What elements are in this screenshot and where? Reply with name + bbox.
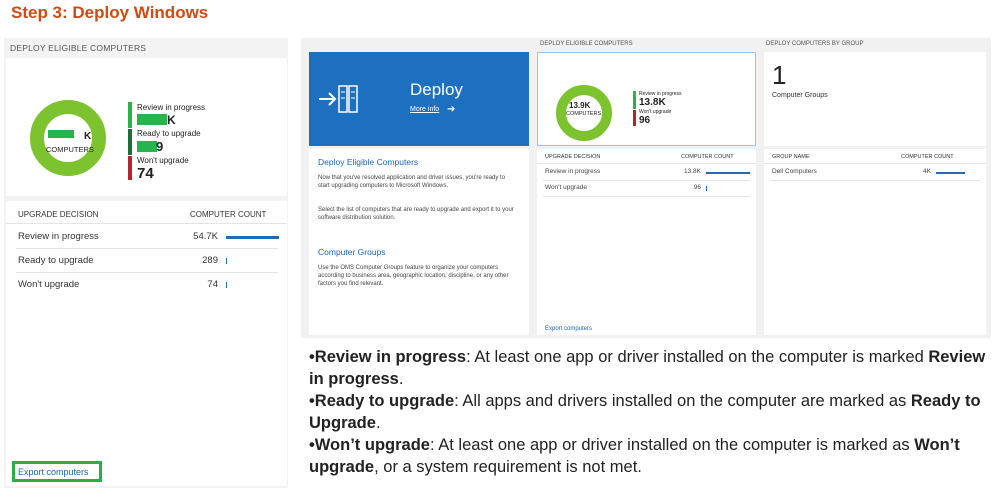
- deploy-tile-title: Deploy: [410, 80, 463, 99]
- mid-legend-value-review: 13.8K: [639, 97, 666, 108]
- group-panel-header: DEPLOY COMPUTERS BY GROUP: [766, 41, 864, 47]
- row-value: 4K: [923, 168, 931, 175]
- divider: [770, 180, 980, 181]
- upgrade-decision-table: UPGRADE DECISION COMPUTER COUNT Review i…: [6, 201, 287, 486]
- deploy-paragraph-1: Now that you've resolved application and…: [318, 175, 506, 189]
- mid-panel-header: DEPLOY ELIGIBLE COMPUTERS: [540, 41, 633, 47]
- definition-end: .: [398, 370, 404, 388]
- divider: [543, 196, 750, 197]
- legend-label-ready: Ready to upgrade: [137, 129, 201, 138]
- deploy-icon: [319, 85, 358, 113]
- table-row[interactable]: Won't upgrade 96: [537, 181, 756, 195]
- deploy-paragraph-3: Use the OMS Computer Groups feature to o…: [318, 265, 509, 287]
- redaction-mark: [137, 141, 157, 152]
- definition-term: Review in progress: [314, 348, 467, 366]
- definition-text: : At least one app or driver installed o…: [429, 436, 915, 454]
- definition-text: : At least one app or driver installed o…: [466, 348, 929, 366]
- mid-legend-value-wont: 96: [639, 115, 651, 126]
- count-bar: [226, 282, 227, 288]
- group-count-label: Computer Groups: [772, 92, 828, 99]
- row-value: 289: [202, 255, 218, 266]
- definition-end: .: [375, 414, 381, 432]
- group-col-header-count: COMPUTER COUNT: [901, 154, 954, 160]
- table-row[interactable]: Review in progress 54.7K: [6, 225, 287, 247]
- row-value: 13.8K: [684, 168, 701, 175]
- count-bar: [706, 186, 707, 191]
- left-panel-header: DEPLOY ELIGIBLE COMPUTERS: [10, 43, 147, 53]
- count-bar: [226, 258, 227, 264]
- redaction-mark: [48, 130, 74, 138]
- row-label: Review in progress: [18, 231, 99, 242]
- divider: [6, 223, 287, 224]
- legend-value-review: K: [167, 113, 176, 127]
- row-label: Ready to upgrade: [18, 255, 94, 266]
- count-bar: [936, 172, 965, 174]
- legend-value-ready: 9: [156, 139, 164, 154]
- deploy-eligible-heading: Deploy Eligible Computers: [318, 157, 419, 167]
- table-row[interactable]: Won't upgrade 74: [6, 273, 287, 295]
- computer-groups-heading: Computer Groups: [318, 247, 386, 257]
- deploy-paragraph-2: Select the list of computers that are re…: [318, 207, 514, 221]
- col-header-count: COMPUTER COUNT: [190, 210, 267, 219]
- mid-donut-center-value: 13.9K: [569, 101, 591, 110]
- donut-center-value: K: [84, 131, 92, 142]
- mid-donut-center-label: COMPUTERS: [566, 111, 602, 117]
- row-value: 74: [207, 279, 218, 290]
- arrow-circle-icon: ➔: [447, 104, 456, 115]
- table-row[interactable]: Ready to upgrade 289: [6, 249, 287, 271]
- summary-card[interactable]: K COMPUTERS Review in progress K Ready t…: [6, 58, 287, 196]
- table-row[interactable]: Review in progress 13.8K: [537, 165, 756, 179]
- row-label: Won't upgrade: [18, 279, 80, 290]
- group-count: 1: [772, 60, 787, 90]
- decision-definitions: •Review in progress: At least one app or…: [309, 346, 989, 478]
- legend-bar-review: [128, 102, 132, 128]
- table-row[interactable]: Dell Computers 4K: [764, 165, 986, 179]
- legend-label-review: Review in progress: [137, 103, 206, 112]
- col-header-decision: UPGRADE DECISION: [18, 210, 99, 219]
- definition-review: •Review in progress: At least one app or…: [309, 346, 989, 390]
- donut-center-label: COMPUTERS: [46, 145, 94, 154]
- definition-term: Won’t upgrade: [314, 436, 430, 454]
- mid-col-header-count: COMPUTER COUNT: [681, 154, 734, 160]
- definition-term: Ready to upgrade: [314, 392, 455, 410]
- count-bar: [706, 172, 750, 174]
- legend-value-wont: 74: [137, 165, 154, 182]
- legend-bar-ready: [128, 129, 132, 155]
- mid-export-computers-link[interactable]: Export computers: [545, 326, 592, 332]
- export-computers-link[interactable]: Export computers: [18, 467, 89, 477]
- mid-legend-bar-review: [633, 91, 636, 109]
- definition-ready: •Ready to upgrade: All apps and drivers …: [309, 390, 989, 434]
- divider: [537, 163, 756, 164]
- more-info-link[interactable]: More info: [410, 106, 439, 113]
- row-label: Dell Computers: [772, 168, 817, 175]
- row-label: Review in progress: [545, 168, 601, 175]
- legend-bar-wont: [128, 156, 132, 180]
- mid-col-header-decision: UPGRADE DECISION: [545, 154, 601, 160]
- definition-end: , or a system requirement is not met.: [374, 458, 642, 476]
- row-label: Won't upgrade: [545, 184, 587, 191]
- legend-label-wont: Won't upgrade: [137, 156, 189, 165]
- row-value: 54.7K: [193, 231, 218, 242]
- donut-chart: [30, 100, 106, 176]
- mid-decision-table: UPGRADE DECISION COMPUTER COUNT Review i…: [537, 149, 756, 335]
- redaction-mark: [137, 114, 167, 125]
- deploy-description-panel: Deploy Eligible Computers Now that you'v…: [309, 149, 529, 335]
- count-bar: [226, 236, 279, 239]
- definition-text: : All apps and drivers installed on the …: [454, 392, 911, 410]
- group-table: GROUP NAME COMPUTER COUNT Dell Computers…: [764, 149, 986, 335]
- deploy-tile[interactable]: Deploy More info ➔: [309, 52, 529, 146]
- group-col-header-name: GROUP NAME: [772, 154, 810, 160]
- page-title: Step 3: Deploy Windows: [11, 3, 209, 22]
- group-summary-card[interactable]: 1 Computer Groups: [764, 52, 986, 146]
- mid-summary-card[interactable]: 13.9K COMPUTERS Review in progress 13.8K…: [537, 52, 756, 146]
- row-value: 96: [693, 184, 701, 191]
- definition-wont: •Won’t upgrade: At least one app or driv…: [309, 434, 989, 478]
- mid-legend-bar-wont: [633, 110, 636, 126]
- divider: [764, 163, 986, 164]
